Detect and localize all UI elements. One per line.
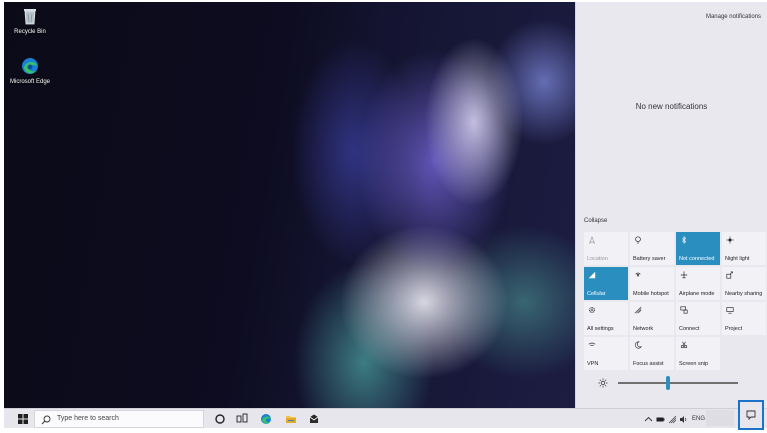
language-indicator[interactable]: ENG <box>692 416 705 422</box>
bluetooth-icon <box>682 236 687 244</box>
desktop-icon-recycle-bin[interactable]: Recycle Bin <box>4 6 56 36</box>
edge-icon[interactable] <box>260 413 272 425</box>
tile-label: Night light <box>725 256 750 262</box>
tile-label: Battery saver <box>633 256 666 262</box>
notification-icon <box>746 410 756 420</box>
battery-icon[interactable] <box>656 415 665 424</box>
mobile-hotspot-icon <box>635 272 641 277</box>
nearby-sharing-icon <box>726 271 733 279</box>
network-icon <box>634 306 642 314</box>
vpn-icon <box>588 342 596 347</box>
screen-snip-icon <box>680 341 688 349</box>
brightness-thumb[interactable] <box>666 376 671 390</box>
tile-night-light[interactable]: Night light <box>722 232 766 265</box>
tile-mobile-hotspot[interactable]: Mobile hotspot <box>630 267 674 300</box>
search-placeholder: Type here to search <box>57 415 119 422</box>
desktop-icon-label: Microsoft Edge <box>9 79 51 85</box>
tile-screen-snip[interactable]: Screen snip <box>676 337 720 370</box>
desktop-icon-edge[interactable]: Microsoft Edge <box>4 56 56 86</box>
tile-connect[interactable]: Connect <box>676 302 720 335</box>
tile-label: All settings <box>587 326 614 332</box>
cellular-icon <box>588 271 596 279</box>
tile-vpn[interactable]: VPN <box>584 337 628 370</box>
tile-cellular[interactable]: Cellular <box>584 267 628 300</box>
chevron-up-icon[interactable] <box>644 415 653 424</box>
empty-notifications-text: No new notifications <box>635 102 708 111</box>
tile-focus-assist[interactable]: Focus assist <box>630 337 674 370</box>
connect-icon <box>680 306 688 314</box>
desktop[interactable]: Recycle Bin Microsoft Edge <box>4 2 575 408</box>
airplane-icon <box>680 271 688 279</box>
tile-label: Project <box>725 326 743 332</box>
screen: Recycle Bin Microsoft Edge Manage notifi… <box>0 0 767 433</box>
tile-all-settings[interactable]: All settings <box>584 302 628 335</box>
tile-label: Network <box>633 326 654 332</box>
tile-label: Mobile hotspot <box>633 291 669 297</box>
tile-nearby-sharing[interactable]: Nearby sharing <box>722 267 766 300</box>
tile-airplane-mode[interactable]: Airplane mode <box>676 267 720 300</box>
tile-label: Connect <box>679 326 700 332</box>
tile-network[interactable]: Network <box>630 302 674 335</box>
manage-notifications-link[interactable]: Manage notifications <box>706 14 761 20</box>
brightness-track[interactable] <box>618 382 738 384</box>
search-icon <box>41 415 51 425</box>
collapse-link[interactable]: Collapse <box>584 218 607 224</box>
tile-location[interactable]: Location <box>584 232 628 265</box>
taskbar: Type here to search ENG <box>4 408 767 428</box>
project-icon <box>726 307 734 314</box>
location-icon <box>588 236 596 244</box>
mail-icon[interactable] <box>308 413 320 425</box>
windows-start-icon[interactable] <box>18 414 28 424</box>
action-center: Manage notifications No new notification… <box>575 2 767 408</box>
brightness-icon <box>598 378 608 388</box>
volume-icon[interactable] <box>679 415 688 424</box>
edge-icon <box>22 58 38 74</box>
clock[interactable] <box>706 410 734 426</box>
tile-battery-saver[interactable]: Battery saver <box>630 232 674 265</box>
tile-label: Cellular <box>587 291 606 297</box>
tile-label: Airplane mode <box>679 291 715 297</box>
battery-saver-icon <box>635 236 641 244</box>
network-icon[interactable] <box>668 415 677 424</box>
task-view-icon[interactable] <box>236 413 248 425</box>
gear-icon <box>589 307 595 313</box>
file-explorer-icon[interactable] <box>285 413 297 425</box>
tile-label: Nearby sharing <box>725 291 763 297</box>
tile-bluetooth[interactable]: Not connected <box>676 232 720 265</box>
tile-label: Not connected <box>679 256 715 262</box>
tile-label: Focus assist <box>633 361 664 367</box>
system-tray: ENG <box>644 415 714 425</box>
focus-assist-icon <box>634 341 642 349</box>
quick-actions-grid: Location Battery saver Not connected Nig… <box>584 232 766 370</box>
taskbar-search-box[interactable]: Type here to search <box>34 410 204 428</box>
tile-project[interactable]: Project <box>722 302 766 335</box>
tile-label: Location <box>587 256 608 262</box>
night-light-icon <box>726 236 734 244</box>
tile-label: Screen snip <box>679 361 709 367</box>
cortana-icon[interactable] <box>214 413 226 425</box>
notifications-button[interactable] <box>738 400 764 430</box>
recycle-bin-icon <box>24 9 36 25</box>
desktop-icon-label: Recycle Bin <box>14 29 46 35</box>
tile-label: VPN <box>587 361 599 367</box>
brightness-slider[interactable] <box>594 376 758 390</box>
